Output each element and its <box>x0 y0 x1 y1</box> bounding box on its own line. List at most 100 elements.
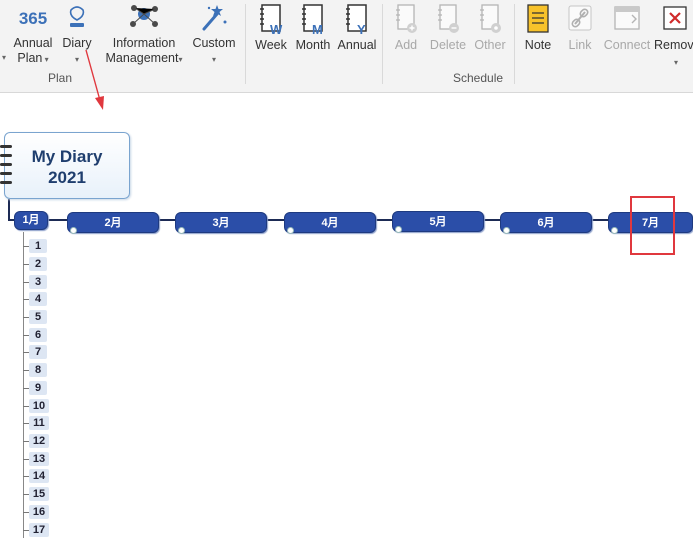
delete-label: Delete <box>429 38 467 52</box>
day-topic[interactable]: 12 <box>29 434 49 448</box>
connect-button[interactable]: Connect <box>601 2 653 53</box>
notebook-ring-icon <box>0 172 12 175</box>
day-list-line <box>23 232 24 538</box>
day-label: 10 <box>32 400 46 412</box>
notebook-ring-icon <box>0 163 12 166</box>
custom-button[interactable]: Custom ▾ <box>190 2 238 67</box>
annual-plan-label-line2: Plan <box>17 51 43 65</box>
add-page-icon <box>396 4 417 33</box>
week-button[interactable]: W Week <box>252 2 290 53</box>
month-label: Month <box>295 38 331 52</box>
annual-notebook-icon: Y <box>346 4 367 36</box>
connect-window-icon <box>614 6 640 30</box>
dropdown-arrow-icon[interactable]: ▾ <box>2 53 6 62</box>
link-button[interactable]: Link <box>562 2 598 53</box>
day-label: 14 <box>32 470 46 482</box>
link-chain-icon <box>568 5 592 31</box>
collapse-dot-icon[interactable] <box>503 227 510 234</box>
month-label: 6月 <box>537 217 555 229</box>
delete-button[interactable]: Delete <box>426 2 470 53</box>
other-button[interactable]: Other <box>471 2 509 53</box>
day-topic[interactable]: 3 <box>29 275 47 289</box>
collapse-dot-icon[interactable] <box>611 227 618 234</box>
information-management-label-line2: Management <box>105 51 179 65</box>
month-topic[interactable]: 1月 <box>14 211 48 230</box>
collapse-dot-icon[interactable] <box>178 227 185 234</box>
month-notebook-icon: M <box>302 4 323 36</box>
day-topic[interactable]: 11 <box>29 416 49 430</box>
group-label-plan: Plan <box>48 71 73 85</box>
dropdown-arrow-icon: ▾ <box>74 55 79 64</box>
highlight-box <box>630 196 675 255</box>
day-label: 6 <box>34 329 42 341</box>
day-topic[interactable]: 7 <box>29 345 47 359</box>
day-label: 5 <box>34 311 42 323</box>
month-topic[interactable]: 2月 <box>67 212 159 234</box>
day-label: 12 <box>32 435 46 447</box>
link-label: Link <box>568 38 592 52</box>
day-label: 16 <box>32 506 46 518</box>
month-topic[interactable]: 6月 <box>500 212 592 234</box>
custom-label: Custom <box>192 36 236 50</box>
month-icon-letter: M <box>312 22 323 36</box>
connect-label: Connect <box>603 38 651 52</box>
day-label: 13 <box>32 453 46 465</box>
day-topic[interactable]: 13 <box>29 452 49 466</box>
day-topic[interactable]: 15 <box>29 487 49 501</box>
day-topic[interactable]: 9 <box>29 381 47 395</box>
day-topic[interactable]: 6 <box>29 328 47 342</box>
month-label: 1月 <box>22 214 40 226</box>
people-network-icon <box>130 5 158 27</box>
day-topic[interactable]: 14 <box>29 469 49 483</box>
day-topic[interactable]: 4 <box>29 292 47 306</box>
annual-plan-button[interactable]: 365 Annual Plan ▾ <box>10 8 56 67</box>
month-topic[interactable]: 3月 <box>175 212 267 234</box>
information-management-label-line1: Information <box>112 36 176 50</box>
magic-wand-icon <box>202 5 227 31</box>
annotation-arrow <box>85 49 104 110</box>
separator <box>382 4 383 84</box>
week-icon-letter: W <box>270 22 283 36</box>
annual-icon-letter: Y <box>357 22 366 36</box>
day-label: 17 <box>32 524 46 536</box>
root-topic-my-diary[interactable]: My Diary 2021 <box>0 132 130 199</box>
collapse-dot-icon[interactable] <box>70 227 77 234</box>
remove-x-icon <box>663 6 687 30</box>
day-topic[interactable]: 1 <box>29 239 47 253</box>
week-notebook-icon: W <box>260 4 283 36</box>
day-topic[interactable]: 8 <box>29 363 47 377</box>
month-topic[interactable]: 4月 <box>284 212 376 234</box>
diary-person-icon <box>69 6 85 27</box>
day-topic[interactable]: 16 <box>29 505 49 519</box>
day-topic[interactable]: 17 <box>29 523 49 537</box>
month-button[interactable]: M Month <box>293 2 333 53</box>
day-topic[interactable]: 2 <box>29 257 47 271</box>
add-button[interactable]: Add <box>388 2 424 53</box>
day-topic[interactable]: 10 <box>29 399 49 413</box>
collapse-dot-icon[interactable] <box>287 227 294 234</box>
month-label: 4月 <box>321 217 339 229</box>
month-label: 2月 <box>104 217 122 229</box>
other-label: Other <box>474 38 506 52</box>
month-label: 5月 <box>429 216 447 228</box>
separator <box>245 4 246 84</box>
notebook-ring-icon <box>0 181 12 184</box>
day-topic[interactable]: 5 <box>29 310 47 324</box>
dropdown-arrow-icon: ▾ <box>42 55 49 64</box>
day-label: 3 <box>34 276 42 288</box>
information-management-button[interactable]: Information Management▾ <box>98 2 190 67</box>
day-label: 4 <box>34 293 42 305</box>
notebook-ring-icon <box>0 154 12 157</box>
day-label: 8 <box>34 364 42 376</box>
collapse-dot-icon[interactable] <box>395 226 402 233</box>
note-button[interactable]: Note <box>518 2 558 53</box>
day-label: 2 <box>34 258 42 270</box>
remove-button[interactable]: Remov <box>654 2 693 53</box>
dropdown-arrow-icon: ▾ <box>178 55 183 64</box>
day-label: 7 <box>34 346 42 358</box>
annual-button[interactable]: Y Annual <box>336 2 378 53</box>
dropdown-arrow-icon[interactable]: ▾ <box>674 58 678 67</box>
timeline-connector <box>8 199 10 221</box>
month-topic[interactable]: 5月 <box>392 211 484 233</box>
day-label: 15 <box>32 488 46 500</box>
